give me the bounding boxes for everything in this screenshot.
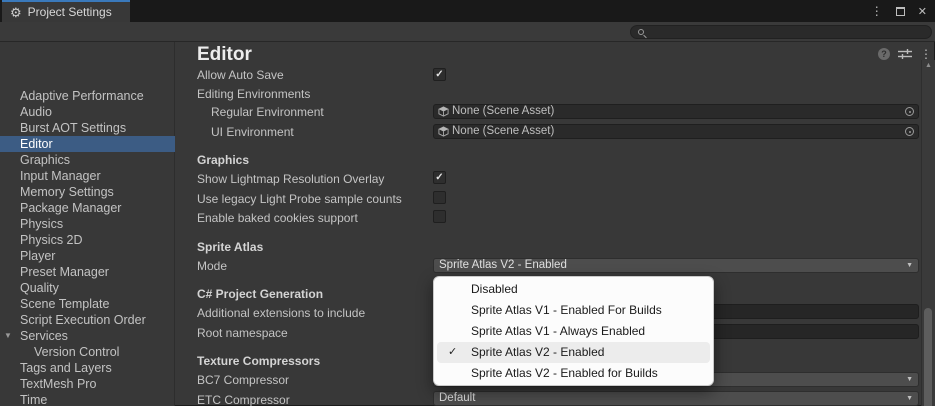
settings-sidebar: Adaptive Performance Audio Burst AOT Set…: [0, 42, 175, 406]
ui-environment-value: None (Scene Asset): [452, 125, 902, 138]
etc-compressor-label: ETC Compressor: [197, 393, 290, 406]
regular-environment-object-field[interactable]: None (Scene Asset): [433, 104, 919, 119]
sidebar-item-input-manager[interactable]: Input Manager: [0, 168, 175, 184]
tab-project-settings[interactable]: ⚙ Project Settings: [2, 0, 130, 22]
window-menu-kebab-icon[interactable]: ⋮: [871, 4, 883, 18]
root-namespace-label: Root namespace: [197, 326, 288, 340]
menu-item-label: Sprite Atlas V2 - Enabled: [471, 345, 604, 359]
graphics-section-header: Graphics: [197, 153, 249, 167]
editing-environments-label: Editing Environments: [197, 87, 310, 101]
menu-item-label: Sprite Atlas V1 - Enabled For Builds: [471, 303, 662, 317]
scroll-up-arrow-icon[interactable]: ▲: [922, 62, 935, 69]
object-picker-icon[interactable]: [905, 127, 914, 136]
menu-item-disabled[interactable]: Disabled: [437, 279, 710, 300]
sidebar-item-editor[interactable]: Editor: [0, 136, 175, 152]
menu-item-v1-always-enabled[interactable]: Sprite Atlas V1 - Always Enabled: [437, 321, 710, 342]
sidebar-item-textmesh-pro[interactable]: TextMesh Pro: [0, 376, 175, 392]
help-icon[interactable]: ?: [878, 48, 890, 60]
foldout-arrow-icon[interactable]: ▼: [4, 328, 12, 344]
sidebar-item-physics-2d[interactable]: Physics 2D: [0, 232, 175, 248]
allow-auto-save-checkbox[interactable]: ✓: [433, 68, 446, 81]
show-lightmap-label: Show Lightmap Resolution Overlay: [197, 172, 384, 186]
sidebar-item-graphics[interactable]: Graphics: [0, 152, 175, 168]
sidebar-item-adaptive-performance[interactable]: Adaptive Performance: [0, 88, 175, 104]
close-icon[interactable]: ✕: [918, 5, 927, 18]
etc-compressor-dropdown[interactable]: Default ▼: [433, 391, 919, 406]
sidebar-item-burst-aot-settings[interactable]: Burst AOT Settings: [0, 120, 175, 136]
project-settings-window: ⚙ Project Settings ⋮ ✕ Adaptive Performa…: [0, 0, 935, 406]
scene-asset-icon: [438, 106, 449, 117]
texture-compressors-header: Texture Compressors: [197, 354, 320, 368]
sidebar-item-services[interactable]: ▼ Services: [0, 328, 175, 344]
sprite-atlas-mode-value: Sprite Atlas V2 - Enabled: [439, 259, 906, 272]
object-picker-icon[interactable]: [905, 107, 914, 116]
search-input[interactable]: [630, 25, 932, 39]
sprite-atlas-section-header: Sprite Atlas: [197, 240, 263, 254]
regular-environment-value: None (Scene Asset): [452, 105, 902, 118]
sidebar-item-preset-manager[interactable]: Preset Manager: [0, 264, 175, 280]
toolbar: [0, 22, 935, 42]
baked-cookies-label: Enable baked cookies support: [197, 211, 358, 225]
ui-environment-label: UI Environment: [211, 125, 294, 139]
window-controls: ⋮ ✕: [871, 0, 927, 22]
legacy-light-probe-checkbox[interactable]: [433, 191, 446, 204]
sidebar-item-physics[interactable]: Physics: [0, 216, 175, 232]
ui-environment-object-field[interactable]: None (Scene Asset): [433, 124, 919, 139]
sidebar-item-package-manager[interactable]: Package Manager: [0, 200, 175, 216]
sidebar-item-player[interactable]: Player: [0, 248, 175, 264]
sidebar-item-time[interactable]: Time: [0, 392, 175, 406]
scrollbar-thumb[interactable]: [924, 308, 932, 406]
sidebar-item-label: Services: [20, 329, 68, 343]
preset-icon[interactable]: [898, 48, 912, 60]
csharp-project-generation-header: C# Project Generation: [197, 287, 323, 301]
tab-title: Project Settings: [28, 5, 112, 19]
sprite-atlas-mode-dropdown[interactable]: Sprite Atlas V2 - Enabled ▼: [433, 258, 919, 273]
etc-compressor-value: Default: [439, 392, 906, 405]
scene-asset-icon: [438, 126, 449, 137]
chevron-down-icon: ▼: [906, 262, 913, 269]
check-icon: ✓: [435, 69, 443, 80]
sidebar-item-services-version-control[interactable]: Version Control: [0, 344, 175, 360]
sidebar-item-memory-settings[interactable]: Memory Settings: [0, 184, 175, 200]
legacy-light-probe-label: Use legacy Light Probe sample counts: [197, 192, 402, 206]
check-icon: ✓: [448, 342, 457, 363]
menu-item-label: Sprite Atlas V2 - Enabled for Builds: [471, 366, 658, 380]
maximize-icon[interactable]: [896, 7, 905, 16]
gear-icon: ⚙: [10, 6, 22, 19]
panel-kebab-icon[interactable]: ⋮: [920, 48, 932, 60]
chevron-down-icon: ▼: [906, 395, 913, 402]
mode-label: Mode: [197, 259, 227, 273]
additional-extensions-label: Additional extensions to include: [197, 306, 365, 320]
menu-item-label: Sprite Atlas V1 - Always Enabled: [471, 324, 645, 338]
regular-environment-label: Regular Environment: [211, 105, 324, 119]
menu-item-label: Disabled: [471, 282, 518, 296]
sprite-atlas-mode-menu: Disabled Sprite Atlas V1 - Enabled For B…: [433, 276, 714, 386]
sidebar-item-scene-template[interactable]: Scene Template: [0, 296, 175, 312]
title-bar: ⚙ Project Settings ⋮ ✕: [0, 0, 935, 22]
allow-auto-save-label: Allow Auto Save: [197, 68, 284, 82]
menu-item-v2-enabled-for-builds[interactable]: Sprite Atlas V2 - Enabled for Builds: [437, 363, 710, 384]
sidebar-item-audio[interactable]: Audio: [0, 104, 175, 120]
sidebar-item-script-execution-order[interactable]: Script Execution Order: [0, 312, 175, 328]
sidebar-item-quality[interactable]: Quality: [0, 280, 175, 296]
menu-item-v2-enabled[interactable]: ✓ Sprite Atlas V2 - Enabled: [437, 342, 710, 363]
page-title: Editor: [197, 44, 252, 66]
panel-header-icons: ? ⋮: [878, 48, 932, 60]
show-lightmap-checkbox[interactable]: ✓: [433, 171, 446, 184]
check-icon: ✓: [435, 172, 443, 183]
bc7-compressor-label: BC7 Compressor: [197, 373, 289, 387]
menu-item-v1-enabled-for-builds[interactable]: Sprite Atlas V1 - Enabled For Builds: [437, 300, 710, 321]
sidebar-item-tags-and-layers[interactable]: Tags and Layers: [0, 360, 175, 376]
search-icon: [638, 29, 644, 35]
chevron-down-icon: ▼: [906, 376, 913, 383]
baked-cookies-checkbox[interactable]: [433, 210, 446, 223]
